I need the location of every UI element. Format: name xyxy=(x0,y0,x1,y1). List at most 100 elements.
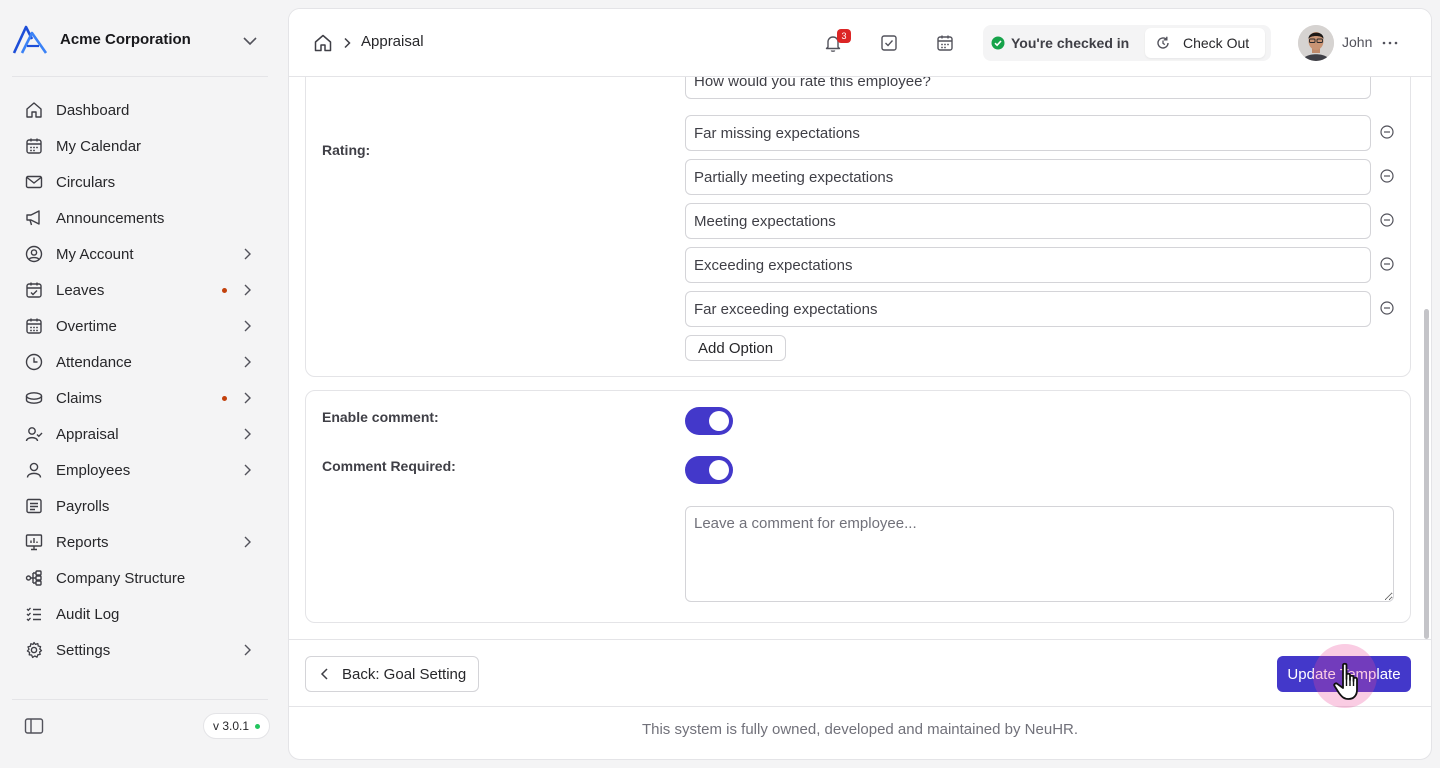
template-form: Rating: Add Option Enable comment: Comme… xyxy=(289,9,1431,639)
sidebar-item-overtime[interactable]: Overtime xyxy=(12,308,268,344)
sidebar-item-label: Appraisal xyxy=(56,425,119,443)
sidebar-item-settings[interactable]: Settings xyxy=(12,632,268,668)
update-template-button[interactable]: Update Template xyxy=(1277,656,1411,692)
breadcrumb[interactable]: Appraisal xyxy=(361,33,424,50)
sidebar-item-leaves[interactable]: Leaves xyxy=(12,272,268,308)
comment-required-toggle[interactable] xyxy=(685,456,733,484)
chevron-right-icon xyxy=(244,428,251,440)
clock-rotate-icon xyxy=(1157,36,1169,49)
coins-icon xyxy=(24,388,44,408)
sidebar-item-announcements[interactable]: Announcements xyxy=(12,200,268,236)
rating-label: Rating: xyxy=(322,142,371,158)
comment-textarea[interactable] xyxy=(685,506,1394,602)
chevron-right-icon xyxy=(244,284,251,296)
remove-circle-icon[interactable] xyxy=(1379,124,1395,140)
rating-option-input[interactable] xyxy=(685,291,1371,327)
top-bar: Appraisal 3 You're checked in Check Out xyxy=(289,9,1431,77)
sidebar-item-label: Dashboard xyxy=(56,101,130,119)
check-out-button[interactable]: Check Out xyxy=(1145,28,1265,58)
notification-badge: 3 xyxy=(837,29,851,43)
sidebar-divider xyxy=(12,76,268,77)
sidebar-item-my-calendar[interactable]: My Calendar xyxy=(12,128,268,164)
receipt-icon xyxy=(24,496,44,516)
sidebar-item-label: Overtime xyxy=(56,317,117,335)
chevron-right-icon xyxy=(244,392,251,404)
sidebar-item-label: Attendance xyxy=(56,353,132,371)
sidebar-item-label: Circulars xyxy=(56,173,116,191)
sidebar-item-label: My Account xyxy=(56,245,134,263)
sidebar-item-payrolls[interactable]: Payrolls xyxy=(12,488,268,524)
add-option-button[interactable]: Add Option xyxy=(685,335,787,361)
chevron-left-icon xyxy=(320,668,328,680)
avatar[interactable] xyxy=(1298,25,1334,61)
sidebar-item-label: Company Structure xyxy=(56,569,186,587)
sidebar-item-claims[interactable]: Claims xyxy=(12,380,268,416)
sidebar-item-company-structure[interactable]: Company Structure xyxy=(12,560,268,596)
acme-logo-icon xyxy=(12,25,48,54)
clock-icon xyxy=(24,352,44,372)
home-icon[interactable] xyxy=(313,33,333,53)
back-button[interactable]: Back: Goal Setting xyxy=(305,656,480,692)
user-circle-icon xyxy=(24,244,44,264)
org-switcher[interactable]: Acme Corporation xyxy=(0,0,280,78)
sidebar-item-my-account[interactable]: My Account xyxy=(12,236,268,272)
sidebar-item-attendance[interactable]: Attendance xyxy=(12,344,268,380)
sidebar-item-label: Claims xyxy=(56,389,102,407)
org-name: Acme Corporation xyxy=(60,30,191,48)
rating-option-input[interactable] xyxy=(685,115,1371,151)
chevron-down-icon[interactable] xyxy=(240,31,260,51)
user-name[interactable]: John xyxy=(1342,34,1372,50)
rating-option-input[interactable] xyxy=(685,203,1371,239)
remove-circle-icon[interactable] xyxy=(1379,300,1395,316)
enable-comment-label: Enable comment: xyxy=(322,409,439,425)
rating-option-input[interactable] xyxy=(685,247,1371,283)
remove-circle-icon[interactable] xyxy=(1379,212,1395,228)
attendance-status: You're checked in Check Out xyxy=(983,25,1271,61)
sidebar-item-dashboard[interactable]: Dashboard xyxy=(12,92,268,128)
megaphone-icon xyxy=(24,208,44,228)
toggle-knob xyxy=(709,460,729,480)
remove-circle-icon[interactable] xyxy=(1379,256,1395,272)
status-dot xyxy=(255,723,261,729)
home-icon xyxy=(24,100,44,120)
form-actions: Back: Goal Setting Update Template xyxy=(289,639,1431,708)
scrollbar-thumb[interactable] xyxy=(1424,309,1429,639)
calendar-icon[interactable] xyxy=(935,33,955,53)
user-icon xyxy=(24,460,44,480)
user-check-icon xyxy=(24,424,44,444)
sidebar-item-label: Payrolls xyxy=(56,497,110,515)
main-panel: Rating: Add Option Enable comment: Comme… xyxy=(288,8,1432,760)
version-badge: v 3.0.1 xyxy=(203,713,271,739)
sidebar-item-audit-log[interactable]: Audit Log xyxy=(12,596,268,632)
task-check-icon[interactable] xyxy=(879,33,899,53)
more-horizontal-icon[interactable] xyxy=(1381,33,1399,53)
comment-settings-card: Enable comment: Comment Required: xyxy=(305,390,1411,623)
chevron-right-icon xyxy=(244,320,251,332)
sidebar-item-label: My Calendar xyxy=(56,137,142,155)
sidebar-item-label: Leaves xyxy=(56,281,105,299)
sidebar-item-reports[interactable]: Reports xyxy=(12,524,268,560)
sidebar-item-label: Reports xyxy=(56,533,109,551)
sidebar-item-label: Settings xyxy=(56,641,111,659)
chevron-right-icon xyxy=(244,248,251,260)
sidebar-item-employees[interactable]: Employees xyxy=(12,452,268,488)
user-avatar-icon xyxy=(1298,25,1334,61)
sidebar-item-label: Announcements xyxy=(56,209,165,227)
mail-icon xyxy=(24,172,44,192)
sidebar-item-label: Audit Log xyxy=(56,605,120,623)
sidebar-item-circulars[interactable]: Circulars xyxy=(12,164,268,200)
sidebar: Acme Corporation Dashboard My Calendar C… xyxy=(0,0,280,768)
enable-comment-toggle[interactable] xyxy=(685,407,733,435)
presentation-chart-icon xyxy=(24,532,44,552)
chevron-right-icon xyxy=(244,464,251,476)
comment-required-label: Comment Required: xyxy=(322,458,456,474)
chevron-right-icon xyxy=(244,644,251,656)
remove-circle-icon[interactable] xyxy=(1379,168,1395,184)
rating-option-input[interactable] xyxy=(685,159,1371,195)
calendar-grid-icon xyxy=(24,316,44,336)
sidebar-toggle-icon[interactable] xyxy=(24,716,44,736)
sidebar-item-appraisal[interactable]: Appraisal xyxy=(12,416,268,452)
sidebar-nav: Dashboard My Calendar Circulars Announce… xyxy=(12,92,268,668)
check-in-status: You're checked in xyxy=(991,25,1129,61)
notification-dot xyxy=(222,288,227,293)
